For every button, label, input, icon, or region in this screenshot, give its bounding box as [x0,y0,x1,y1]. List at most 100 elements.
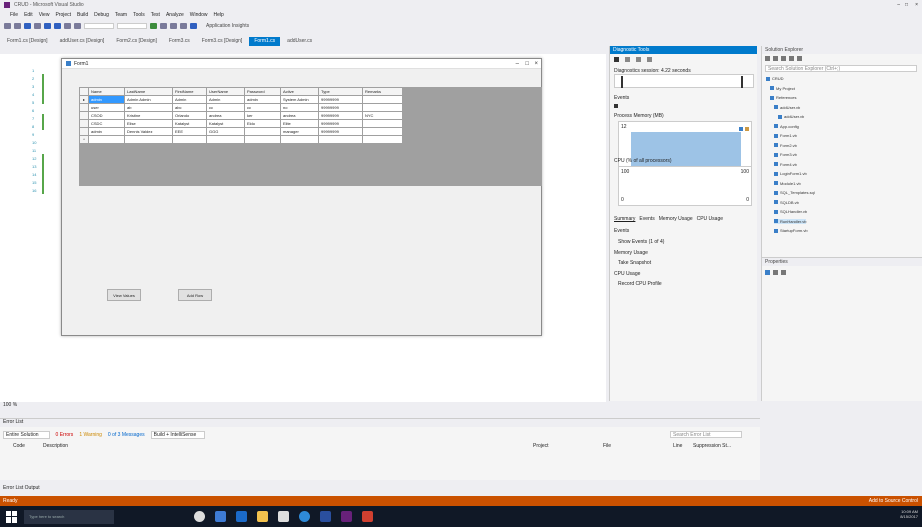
grid-cell[interactable]: Dennis Valdez [124,127,173,136]
windows-start-icon[interactable] [6,510,18,523]
row-header[interactable] [79,111,89,120]
refresh-icon[interactable] [781,56,786,61]
new-row-header[interactable]: * [79,135,89,144]
properties-icon[interactable] [797,56,802,61]
diag-tab[interactable]: Memory Usage [659,216,693,222]
grid-cell[interactable]: Admin [206,95,245,104]
grid-cell[interactable] [362,95,403,104]
view-values-button[interactable]: View Values [107,289,141,301]
chrome-icon[interactable] [299,511,310,522]
grid-cell[interactable]: 99999999 [318,95,363,104]
add-row-button[interactable]: Add Row [178,289,212,301]
grid-column-header[interactable]: Type [318,87,363,96]
grid-cell[interactable]: 99999999 [318,119,363,128]
menu-item-help[interactable]: Help [214,12,224,18]
config-dropdown[interactable] [84,22,114,29]
solution-tree-item[interactable]: Form2.vb [774,143,797,148]
grid-new-row[interactable]: * [79,135,403,144]
grid-column-header[interactable]: Remarks [362,87,403,96]
diag-tab[interactable]: Events [639,216,654,222]
error-column-header[interactable]: File [603,443,611,449]
grid-column-header[interactable]: LastName [124,87,173,96]
grid-cell[interactable] [280,135,319,144]
grid-cell[interactable]: admin [88,95,125,104]
menu-item-edit[interactable]: Edit [24,12,33,18]
open-icon[interactable] [34,22,41,29]
solution-tree-item[interactable]: CRUD [766,76,784,81]
step-icon[interactable] [190,22,197,29]
bottom-panel-tabs[interactable]: Error List Output [0,485,922,495]
menu-item-tools[interactable]: Tools [133,12,145,18]
grid-cell[interactable]: Orlando [172,111,207,120]
grid-cell[interactable] [244,127,281,136]
designer-form[interactable]: Form1 – □ × Name LastName FirstName UserNam… [61,58,542,336]
cpu-chart[interactable]: 100 100 0 0 [618,166,752,206]
doc-tab[interactable]: Form3.cs [164,37,195,46]
file-explorer-icon[interactable] [257,511,268,522]
save-icon[interactable] [44,22,51,29]
start-icon[interactable] [150,22,157,29]
home-icon[interactable] [765,56,770,61]
grid-cell[interactable] [362,103,403,112]
doc-tab[interactable]: addUser.cs [282,37,317,46]
solution-tree-item[interactable]: SQLHandler.vb [774,209,807,214]
grid-cell[interactable]: cc [206,103,245,112]
scope-dropdown[interactable]: Entire Solution [3,431,50,439]
grid-cell[interactable] [362,135,403,144]
undo-icon[interactable] [64,22,71,29]
save-all-icon[interactable] [54,22,61,29]
grid-cell[interactable]: NYC [362,111,403,120]
solution-tree-item[interactable]: References [770,95,796,100]
stop-icon[interactable] [170,22,177,29]
grid-cell[interactable] [318,135,363,144]
select-tools-icon[interactable] [614,57,619,62]
error-column-header[interactable]: Suppression St... [693,443,731,449]
doc-tab[interactable]: Form1.cs [249,37,281,46]
zoom-out-icon[interactable] [636,57,641,62]
build-dropdown[interactable]: Build + IntelliSense [150,431,206,439]
grid-cell[interactable]: Elise [124,119,173,128]
grid-cell[interactable]: abc [172,103,207,112]
grid-cell[interactable]: admin [244,95,281,104]
grid-cell[interactable]: Katalyst [172,119,207,128]
editor-zoom[interactable]: 100 % [0,402,606,410]
row-header[interactable] [79,103,89,112]
grid-row[interactable]: CSDC Elise Katalyst Katalyst Eldo Elite 999999… [79,119,403,128]
grid-cell[interactable]: andrea [280,111,319,120]
sync-icon[interactable] [773,56,778,61]
row-header[interactable] [79,119,89,128]
app-insights-button[interactable]: Application Insights [206,23,249,29]
grid-column-header[interactable]: FirstName [172,87,207,96]
categorized-icon[interactable] [765,270,770,275]
form-close-button[interactable]: × [534,61,538,67]
error-column-header[interactable]: Line [673,443,682,449]
cortana-icon[interactable] [194,511,205,522]
new-project-icon[interactable] [24,22,31,29]
grid-cell[interactable]: CSDC [88,119,125,128]
grid-cell[interactable] [88,135,125,144]
grid-cell[interactable] [124,135,173,144]
maximize-button[interactable]: □ [905,2,908,8]
grid-column-header[interactable]: Password [244,87,281,96]
grid-cell[interactable] [362,119,403,128]
grid-cell[interactable]: Elite [280,119,319,128]
grid-cell[interactable]: andrea [206,111,245,120]
store-icon[interactable] [278,511,289,522]
grid-cell[interactable]: 99999999 [318,127,363,136]
restart-icon[interactable] [180,22,187,29]
solution-tree-item[interactable]: Form4.vb [774,162,797,167]
menu-item-build[interactable]: Build [77,12,88,18]
solution-tree-item[interactable]: StartupForm.vb [774,228,808,233]
grid-cell[interactable] [244,135,281,144]
collapse-icon[interactable] [789,56,794,61]
grid-cell[interactable]: ab [124,103,173,112]
grid-cell[interactable]: Katalyst [206,119,245,128]
menu-item-debug[interactable]: Debug [94,12,109,18]
close-button[interactable]: × [915,2,918,8]
solution-tree-item[interactable]: LoginForm1.vb [774,171,807,176]
zoom-in-icon[interactable] [625,57,630,62]
solution-tree-item[interactable]: RunHandler.vb [774,218,807,224]
edge-icon[interactable] [236,511,247,522]
timeline-ruler[interactable] [614,74,754,88]
messages-filter[interactable]: 0 of 3 Messages [108,432,145,438]
